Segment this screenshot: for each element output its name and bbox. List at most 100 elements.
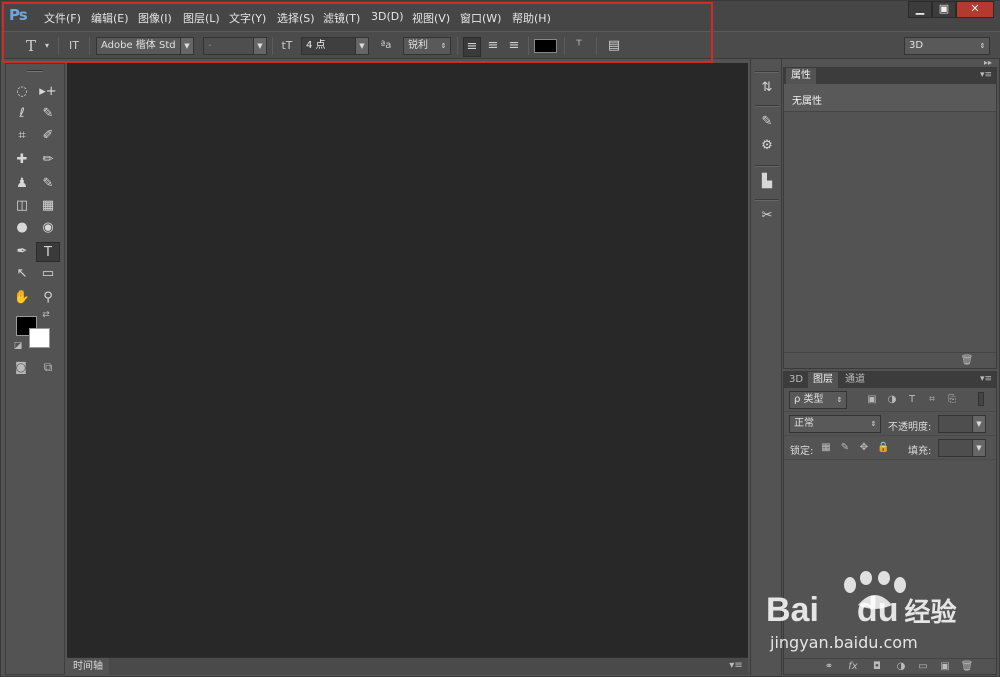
- character-panel-icon[interactable]: ▤: [604, 37, 624, 55]
- lock-transparency-icon[interactable]: ▦: [820, 442, 832, 453]
- minimize-button[interactable]: ▁: [908, 1, 932, 18]
- menu-image[interactable]: 图像(I): [138, 10, 172, 26]
- fill-input[interactable]: ▼: [938, 439, 986, 457]
- menu-edit[interactable]: 编辑(E): [91, 10, 129, 26]
- tool-presets-icon[interactable]: ✂: [755, 205, 779, 227]
- menu-file[interactable]: 文件(F): [44, 10, 81, 26]
- workspace-select[interactable]: 3D ⇕: [904, 37, 990, 55]
- type-filter-icon[interactable]: T: [906, 394, 918, 405]
- antialias-select[interactable]: 锐利 ⇕: [403, 37, 451, 55]
- quick-selection-icon[interactable]: ✎: [36, 104, 60, 124]
- panel-grip[interactable]: [755, 71, 779, 73]
- maximize-button[interactable]: ▣: [932, 1, 956, 18]
- new-group-icon[interactable]: ▭: [916, 661, 930, 672]
- menu-view[interactable]: 视图(V): [412, 10, 450, 26]
- lasso-icon[interactable]: ℓ: [10, 104, 34, 124]
- history-brush-icon[interactable]: ✎: [36, 174, 60, 194]
- shape-filter-icon[interactable]: ⌗: [926, 394, 938, 405]
- menu-layer[interactable]: 图层(L): [183, 10, 220, 26]
- history-icon[interactable]: ⇅: [755, 77, 779, 99]
- menu-window[interactable]: 窗口(W): [460, 10, 501, 26]
- rectangle-icon[interactable]: ▭: [36, 264, 60, 284]
- lock-pixels-icon[interactable]: ✎: [839, 442, 851, 453]
- panel-menu-icon[interactable]: ▾≡: [727, 660, 745, 671]
- healing-brush-icon[interactable]: ✚: [10, 150, 34, 170]
- eyedropper-icon[interactable]: ✐: [36, 126, 60, 146]
- background-color[interactable]: [29, 328, 50, 348]
- layer-filter-select[interactable]: ρ 类型 ⇕: [789, 391, 847, 409]
- adjustment-filter-icon[interactable]: ◑: [886, 394, 898, 405]
- adjustments-icon[interactable]: ⚙: [755, 135, 779, 157]
- font-style-select[interactable]: - ▼: [203, 37, 267, 55]
- lock-position-icon[interactable]: ✥: [858, 442, 870, 453]
- swap-colors-icon[interactable]: ⇄: [40, 310, 52, 320]
- menu-3d[interactable]: 3D(D): [371, 10, 404, 23]
- smart-object-filter-icon[interactable]: ⎘: [946, 394, 958, 405]
- menu-type[interactable]: 文字(Y): [229, 10, 266, 26]
- dodge-icon[interactable]: ◉: [36, 218, 60, 238]
- text-orientation-icon[interactable]: IT: [65, 37, 83, 55]
- lock-all-icon[interactable]: 🔒: [877, 442, 889, 453]
- zoom-icon[interactable]: ⚲: [36, 288, 60, 308]
- align-left-icon[interactable]: ≡: [463, 37, 481, 57]
- watermark-brand: Bai du 经验: [766, 591, 957, 629]
- panel-grip[interactable]: [755, 105, 779, 107]
- panel-menu-icon[interactable]: ▾≡: [978, 374, 994, 384]
- clone-source-icon[interactable]: ▙: [755, 171, 779, 193]
- tool-preset-dropdown-icon[interactable]: ▾: [41, 37, 53, 55]
- filter-toggle[interactable]: [978, 392, 984, 406]
- tab-layers[interactable]: 图层: [808, 372, 838, 388]
- panel-grip[interactable]: [755, 165, 779, 167]
- menu-select[interactable]: 选择(S): [277, 10, 315, 26]
- collapse-panels-icon[interactable]: ▸▸: [981, 58, 995, 67]
- adjustment-layer-icon[interactable]: ◑: [894, 661, 908, 672]
- blend-mode-select[interactable]: 正常 ⇕: [789, 415, 881, 433]
- document-canvas-area[interactable]: [67, 63, 748, 657]
- timeline-tab[interactable]: 时间轴: [67, 658, 109, 675]
- menu-filter[interactable]: 滤镜(T): [323, 10, 360, 26]
- crop-icon[interactable]: ⌗: [10, 126, 34, 146]
- eraser-icon[interactable]: ◫: [10, 196, 34, 216]
- warp-text-icon[interactable]: ⸆: [570, 37, 588, 55]
- separator: [457, 37, 458, 55]
- blur-icon[interactable]: ●: [10, 218, 34, 238]
- close-button[interactable]: ✕: [956, 1, 994, 18]
- chevron-down-icon: ▼: [253, 38, 266, 54]
- path-selection-icon[interactable]: ↖: [10, 264, 34, 284]
- hand-icon[interactable]: ✋: [10, 288, 34, 308]
- move-icon[interactable]: ▸+: [36, 82, 60, 102]
- pixel-filter-icon[interactable]: ▣: [866, 394, 878, 405]
- font-style-value: -: [208, 40, 212, 51]
- align-right-icon[interactable]: ≡: [505, 37, 523, 55]
- clone-stamp-icon[interactable]: ♟: [10, 174, 34, 194]
- gradient-icon[interactable]: ▦: [36, 196, 60, 216]
- brush-icon[interactable]: ✏: [36, 150, 60, 170]
- tab-3d[interactable]: 3D: [784, 372, 808, 388]
- align-center-icon[interactable]: ≡: [484, 37, 502, 55]
- font-family-select[interactable]: Adobe 楷体 Std ▼: [96, 37, 194, 55]
- add-mask-icon[interactable]: ◘: [870, 661, 884, 672]
- panel-grip[interactable]: [27, 70, 43, 72]
- separator: [564, 37, 565, 55]
- menu-help[interactable]: 帮助(H): [512, 10, 551, 26]
- panel-grip[interactable]: [755, 199, 779, 201]
- type-icon[interactable]: T: [36, 242, 60, 262]
- layer-style-icon[interactable]: fx: [846, 661, 860, 672]
- font-size-input[interactable]: 4 点 ▼: [301, 37, 369, 55]
- trash-icon[interactable]: 🗑: [960, 355, 974, 366]
- quick-mask-icon[interactable]: ◙: [12, 360, 30, 374]
- link-layers-icon[interactable]: ⚭: [822, 661, 836, 672]
- delete-layer-icon[interactable]: 🗑: [960, 661, 974, 672]
- screen-mode-icon[interactable]: ⧉: [38, 360, 58, 375]
- text-color-swatch[interactable]: [534, 39, 557, 53]
- new-layer-icon[interactable]: ▣: [938, 661, 952, 672]
- panel-menu-icon[interactable]: ▾≡: [978, 70, 994, 80]
- ellipse-marquee-icon[interactable]: ◌: [10, 82, 34, 102]
- pen-icon[interactable]: ✒: [10, 242, 34, 262]
- brush-presets-icon[interactable]: ✎: [755, 111, 779, 133]
- default-colors-icon[interactable]: ◪: [12, 341, 24, 351]
- tab-properties[interactable]: 属性: [786, 68, 816, 84]
- tab-channels[interactable]: 通道: [840, 372, 870, 388]
- type-tool-icon[interactable]: T: [21, 37, 41, 55]
- opacity-input[interactable]: ▼: [938, 415, 986, 433]
